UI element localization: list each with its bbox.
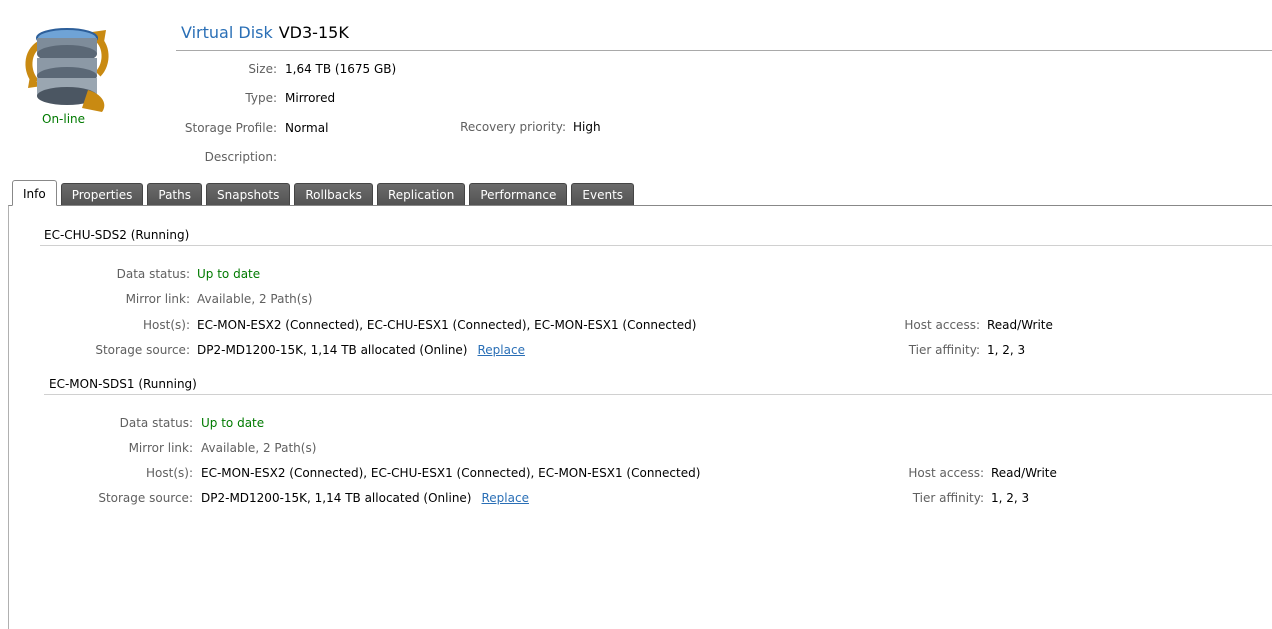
host-access-label: Host access: [904,318,980,332]
server-section-title: EC-CHU-SDS2 (Running) [44,228,190,242]
type-label: Type: [245,91,277,105]
mirror-link-value: Available, 2 Path(s) [201,441,317,455]
host-access-label: Host access: [908,466,984,480]
storage-profile-value: Normal [285,121,329,135]
replace-link[interactable]: Replace [482,491,529,505]
tab-rollbacks[interactable]: Rollbacks [294,183,373,206]
title-kind: Virtual Disk [181,23,273,42]
title-divider [176,50,1272,51]
storage-source-label: Storage source: [95,343,190,357]
tier-affinity-label: Tier affinity: [908,343,980,357]
section-divider [44,394,1272,395]
description-label: Description: [204,150,277,164]
tab-info[interactable]: Info [12,180,57,206]
tab-performance[interactable]: Performance [469,183,568,206]
storage-source-label: Storage source: [98,491,193,505]
hosts-value: EC-MON-ESX2 (Connected), EC-CHU-ESX1 (Co… [197,318,697,332]
recovery-priority-value: High [573,120,601,134]
tab-replication[interactable]: Replication [376,183,466,206]
tab-paths[interactable]: Paths [147,183,202,206]
type-value: Mirrored [285,91,336,105]
section-divider [40,245,1272,246]
recovery-priority-label: Recovery priority: [460,120,566,134]
tab-events[interactable]: Events [571,183,635,206]
tab-properties[interactable]: Properties [60,183,144,206]
storage-source-value: DP2-MD1200-15K, 1,14 TB allocated (Onlin… [197,343,525,357]
host-access-value: Read/Write [987,318,1053,332]
data-status-label: Data status: [116,267,190,281]
mirror-link-label: Mirror link: [125,292,190,306]
data-status-label: Data status: [119,416,193,430]
mirror-link-label: Mirror link: [128,441,193,455]
size-label: Size: [248,62,277,76]
server-section-title: EC-MON-SDS1 (Running) [49,377,197,391]
size-value: 1,64 TB (1675 GB) [285,62,397,76]
storage-source-text: DP2-MD1200-15K, 1,14 TB allocated (Onlin… [201,491,472,505]
mirror-link-value: Available, 2 Path(s) [197,292,313,306]
tab-bar: Info Properties Paths Snapshots Rollback… [12,180,638,206]
tier-affinity-value: 1, 2, 3 [987,343,1026,357]
host-access-value: Read/Write [991,466,1057,480]
hosts-label: Host(s): [143,318,190,332]
data-status-value: Up to date [197,267,261,281]
replace-link[interactable]: Replace [478,343,525,357]
hosts-value: EC-MON-ESX2 (Connected), EC-CHU-ESX1 (Co… [201,466,701,480]
tier-affinity-value: 1, 2, 3 [991,491,1030,505]
hosts-label: Host(s): [146,466,193,480]
storage-source-value: DP2-MD1200-15K, 1,14 TB allocated (Onlin… [201,491,529,505]
page-title: Virtual Disk VD3-15K [181,23,349,42]
tier-affinity-label: Tier affinity: [912,491,984,505]
tab-snapshots[interactable]: Snapshots [206,183,291,206]
data-status-value: Up to date [201,416,265,430]
storage-profile-label: Storage Profile: [184,121,277,135]
title-name: VD3-15K [278,23,349,42]
storage-source-text: DP2-MD1200-15K, 1,14 TB allocated (Onlin… [197,343,468,357]
